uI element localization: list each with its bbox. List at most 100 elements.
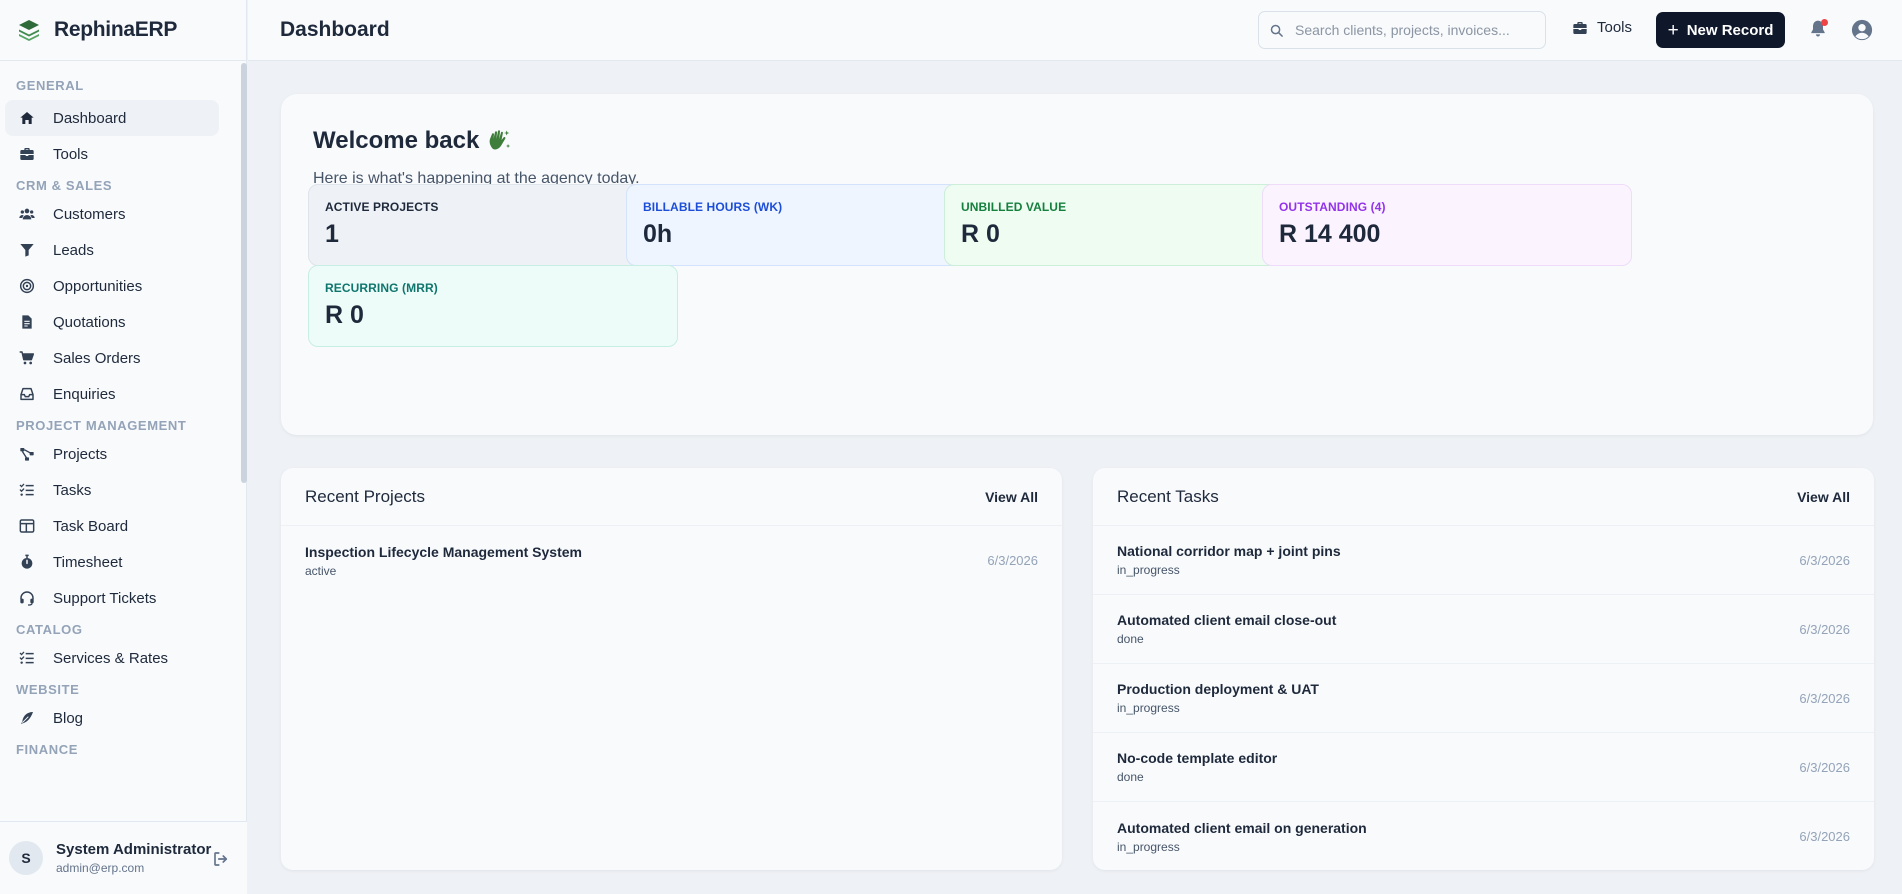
sidebar-item-label: Services & Rates <box>53 649 169 667</box>
stat-label: Outstanding (4) <box>1279 200 1386 214</box>
tools-button[interactable]: Tools <box>1572 19 1632 36</box>
sidebar-item-sales-orders[interactable]: Sales Orders <box>5 340 219 376</box>
sidebar-item-label: Sales Orders <box>53 349 141 367</box>
row-date: 6/3/2026 <box>1799 621 1850 637</box>
sidebar-item-tasks[interactable]: Tasks <box>5 472 219 508</box>
avatar[interactable]: S <box>9 841 43 875</box>
sidebar-item-opportunities[interactable]: Opportunities <box>5 268 219 304</box>
view-all-tasks-link[interactable]: View All <box>1797 489 1850 505</box>
sidebar-item-dashboard[interactable]: Dashboard <box>5 100 219 136</box>
sidebar-item-label: Blog <box>53 709 84 727</box>
row-title: Automated client email on generation <box>1117 819 1367 836</box>
feather-icon <box>18 709 36 727</box>
sidebar-item-label: Leads <box>53 241 94 259</box>
sidebar-item-tools[interactable]: Tools <box>5 136 219 172</box>
sidebar-item-services-rates[interactable]: Services & Rates <box>5 640 219 676</box>
sidebar-item-customers[interactable]: Customers <box>5 196 219 232</box>
row-status: in_progress <box>1117 563 1180 577</box>
nav-section-crm-sales: CRM & Sales <box>16 178 113 193</box>
row-date: 6/3/2026 <box>1799 690 1850 706</box>
sidebar-item-leads[interactable]: Leads <box>5 232 219 268</box>
stat-label: Unbilled Value <box>961 200 1067 214</box>
stat-value: R 0 <box>961 220 1000 248</box>
sidebar-item-label: Task Board <box>53 517 129 535</box>
filter-icon <box>18 241 36 259</box>
layers-logo-icon <box>19 20 39 41</box>
project-row[interactable]: Inspection Lifecycle Management System a… <box>281 526 1062 595</box>
user-email: admin@erp.com <box>56 861 145 875</box>
sidebar-item-support-tickets[interactable]: Support Tickets <box>5 580 219 616</box>
search-input[interactable] <box>1295 22 1535 38</box>
topbar: Dashboard Tools + New Record <box>248 0 1902 61</box>
row-status: in_progress <box>1117 701 1180 715</box>
stat-card-recurring-mrr: Recurring (MRR) R 0 <box>308 265 678 347</box>
sidebar-item-label: Quotations <box>53 313 126 331</box>
toolbox-icon <box>1573 21 1587 34</box>
notification-badge <box>1821 19 1828 26</box>
users-icon <box>18 205 36 223</box>
home-icon <box>18 109 36 127</box>
nav-section-catalog: Catalog <box>16 622 83 637</box>
task-list: National corridor map + joint pins in_pr… <box>1093 526 1874 870</box>
task-row[interactable]: National corridor map + joint pins in_pr… <box>1093 526 1874 595</box>
sidebar-item-label: Projects <box>53 445 108 463</box>
sidebar-scrollbar[interactable] <box>241 63 247 483</box>
row-status: active <box>305 563 337 578</box>
brand[interactable]: RephinaERP <box>0 0 246 61</box>
brand-name: RephinaERP <box>54 18 178 41</box>
sidebar-item-label: Support Tickets <box>53 589 157 607</box>
user-name: System Administrator <box>56 841 212 858</box>
toolbox-icon <box>18 145 36 163</box>
welcome-card: Welcome back Here is what's happening at… <box>281 94 1873 435</box>
sidebar-item-label: Tools <box>53 145 89 163</box>
logout-icon[interactable] <box>212 850 230 868</box>
sidebar-item-blog[interactable]: Blog <box>5 700 219 736</box>
diagram-icon <box>18 445 36 463</box>
board-icon <box>18 517 36 535</box>
inbox-icon <box>18 385 36 403</box>
new-record-label: New Record <box>1686 21 1774 39</box>
row-status: in_progress <box>1117 839 1180 854</box>
stat-label: Active Projects <box>325 200 439 214</box>
stat-card-active-projects: Active Projects 1 <box>308 184 678 266</box>
row-status: done <box>1117 770 1144 784</box>
recent-tasks-panel: Recent Tasks View All National corridor … <box>1093 468 1874 870</box>
row-status: done <box>1117 632 1144 646</box>
row-title: Automated client email close-out <box>1117 612 1337 628</box>
checklist-icon <box>18 481 36 499</box>
sidebar-item-enquiries[interactable]: Enquiries <box>5 376 219 412</box>
nav-section-project-management: Project Management <box>16 418 187 433</box>
new-record-button[interactable]: + New Record <box>1656 12 1785 48</box>
stat-value: R 0 <box>325 301 364 329</box>
target-icon <box>18 277 36 295</box>
nav-section-website: Website <box>16 682 80 697</box>
project-list: Inspection Lifecycle Management System a… <box>281 526 1062 595</box>
waving-hand-icon <box>489 130 511 150</box>
sidebar-item-label: Tasks <box>53 481 92 499</box>
row-title: No-code template editor <box>1117 750 1278 766</box>
user-circle-icon[interactable] <box>1851 19 1873 41</box>
task-row[interactable]: Automated client email close-out done 6/… <box>1093 595 1874 664</box>
headset-icon <box>18 589 36 607</box>
stopwatch-icon <box>18 553 36 571</box>
sidebar-item-task-board[interactable]: Task Board <box>5 508 219 544</box>
nav-section-finance: Finance <box>16 742 78 757</box>
sidebar-item-quotations[interactable]: Quotations <box>5 304 219 340</box>
task-row[interactable]: Production deployment & UAT in_progress … <box>1093 664 1874 733</box>
row-date: 6/3/2026 <box>1799 759 1850 775</box>
welcome-title: Welcome back <box>313 127 513 155</box>
sidebar-item-label: Customers <box>53 205 126 223</box>
cart-icon <box>18 349 36 367</box>
view-all-projects-link[interactable]: View All <box>985 489 1038 505</box>
sidebar-item-label: Timesheet <box>53 553 123 571</box>
task-row[interactable]: No-code template editor done 6/3/2026 <box>1093 733 1874 802</box>
panel-title: Recent Projects <box>305 486 425 506</box>
task-row[interactable]: Automated client email on generation in_… <box>1093 802 1874 870</box>
row-title: National corridor map + joint pins <box>1117 543 1341 559</box>
search-box[interactable] <box>1258 11 1546 49</box>
row-title: Production deployment & UAT <box>1117 681 1319 697</box>
tools-label: Tools <box>1597 19 1633 36</box>
stat-label: Billable Hours (Wk) <box>643 200 783 214</box>
sidebar-item-projects[interactable]: Projects <box>5 436 219 472</box>
sidebar-item-timesheet[interactable]: Timesheet <box>5 544 219 580</box>
